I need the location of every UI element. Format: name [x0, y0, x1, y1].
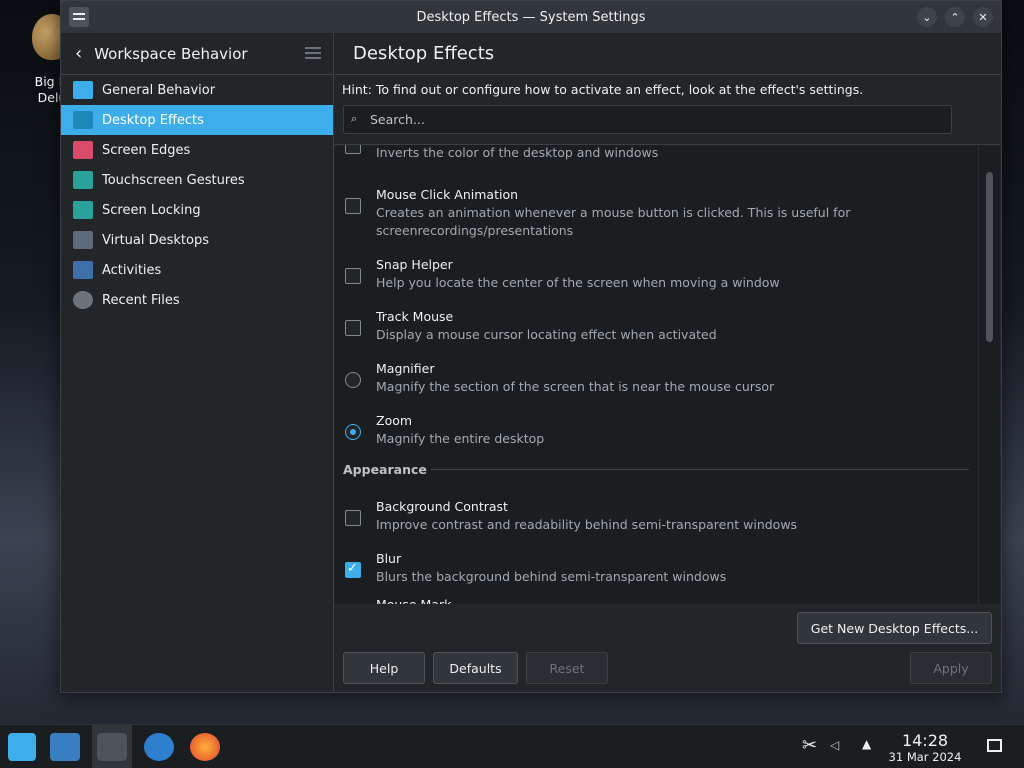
hamburger-menu-icon[interactable]: [305, 47, 321, 59]
effect-description: Blurs the background behind semi-transpa…: [376, 569, 727, 584]
sidebar-item-label: Virtual Desktops: [102, 232, 209, 248]
sidebar-item-screen-edges[interactable]: Screen Edges: [61, 135, 333, 165]
sidebar-item-virtual-desktops[interactable]: Virtual Desktops: [61, 225, 333, 255]
effect-checkbox[interactable]: [345, 198, 361, 214]
system-settings-window: Desktop Effects — System Settings ⌄ ⌃ ✕ …: [60, 0, 1002, 693]
sidebar-item-activities[interactable]: Activities: [61, 255, 333, 285]
effect-row[interactable]: Track Mouse Display a mouse cursor locati…: [335, 309, 975, 359]
effect-checkbox[interactable]: [345, 145, 361, 154]
effect-name: Track Mouse: [376, 309, 454, 324]
sidebar-item-touchscreen-gestures[interactable]: Touchscreen Gestures: [61, 165, 333, 195]
maximize-button[interactable]: ⌃: [945, 7, 965, 27]
effect-description: Magnify the entire desktop: [376, 431, 545, 446]
help-button[interactable]: Help: [343, 652, 425, 684]
close-button[interactable]: ✕: [973, 7, 993, 27]
effect-checkbox[interactable]: [345, 561, 361, 578]
effect-description: Inverts the color of the desktop and win…: [376, 145, 659, 160]
main-content: Desktop Effects Hint: To find out or con…: [335, 33, 1001, 692]
clock-date[interactable]: 31 Mar 2024: [880, 750, 970, 764]
activities-icon: [73, 261, 93, 279]
sidebar-item-label: Recent Files: [102, 292, 180, 308]
effect-row[interactable]: Zoom Magnify the entire desktop: [335, 413, 975, 463]
sidebar-item-screen-locking[interactable]: Screen Locking: [61, 195, 333, 225]
window-title: Desktop Effects — System Settings: [416, 9, 646, 25]
title-bar[interactable]: Desktop Effects — System Settings ⌄ ⌃ ✕: [61, 1, 1001, 33]
page-title: Desktop Effects: [335, 33, 1001, 75]
search-icon: ⌕: [351, 112, 358, 125]
effect-radio[interactable]: [345, 424, 361, 440]
search-input[interactable]: [343, 105, 952, 134]
file-manager-icon[interactable]: [50, 733, 80, 761]
screen-lock-icon: [73, 201, 93, 219]
tray-expand-icon[interactable]: ▲: [862, 737, 871, 751]
effect-row[interactable]: Background Contrast Improve contrast and …: [335, 499, 975, 549]
effect-description: Creates an animation whenever a mouse bu…: [376, 205, 851, 238]
effect-name: Mouse Mark: [376, 597, 451, 604]
defaults-button[interactable]: Defaults: [433, 652, 518, 684]
section-header-appearance: Appearance: [343, 462, 427, 477]
sidebar-title: Workspace Behavior: [94, 44, 248, 63]
effect-name: Snap Helper: [376, 257, 453, 272]
effect-description: Magnify the section of the screen that i…: [376, 379, 775, 394]
reset-button[interactable]: Reset: [526, 652, 608, 684]
effect-description: Help you locate the center of the screen…: [376, 275, 780, 290]
virtual-desktops-icon: [73, 231, 93, 249]
effect-row[interactable]: Mouse Click Animation Creates an animatio…: [335, 187, 975, 238]
volume-icon[interactable]: ◁: [830, 738, 839, 752]
sidebar-item-label: Touchscreen Gestures: [102, 172, 245, 188]
show-desktop-icon[interactable]: [987, 739, 1002, 752]
effect-name: Background Contrast: [376, 499, 508, 514]
effect-row[interactable]: Mouse Mark: [335, 597, 975, 604]
scrollbar-thumb[interactable]: [986, 172, 993, 342]
effect-description: Improve contrast and readability behind …: [376, 517, 798, 532]
sidebar-nav: General Behavior Desktop Effects Screen Ed…: [61, 75, 333, 315]
effect-row[interactable]: Snap Helper Help you locate the center of…: [335, 257, 975, 307]
system-settings-task-icon[interactable]: [97, 733, 127, 761]
desktop-effects-icon: [73, 111, 93, 129]
effect-name: Mouse Click Animation: [376, 187, 519, 202]
sidebar-header: ‹ Workspace Behavior: [61, 33, 333, 75]
effect-name: Zoom: [376, 413, 413, 428]
effect-name: Blur: [376, 551, 402, 566]
effects-list: Inverts the color of the desktop and win…: [335, 144, 1000, 604]
clock-time[interactable]: 14:28: [880, 731, 970, 750]
effect-checkbox[interactable]: [345, 268, 361, 284]
firefox-icon[interactable]: [190, 733, 220, 761]
sidebar-item-label: General Behavior: [102, 82, 216, 98]
sidebar-item-label: Activities: [102, 262, 162, 278]
effect-name: Magnifier: [376, 361, 435, 376]
screen-edges-icon: [73, 141, 93, 159]
sidebar-item-label: Screen Edges: [102, 142, 191, 158]
apply-button[interactable]: Apply: [910, 652, 992, 684]
sidebar: ‹ Workspace Behavior General Behavior Des…: [61, 33, 334, 692]
system-settings-app-icon[interactable]: [69, 7, 89, 27]
sidebar-item-general-behavior[interactable]: General Behavior: [61, 75, 333, 105]
effect-checkbox[interactable]: [345, 510, 361, 526]
get-new-effects-button[interactable]: Get New Desktop Effects...: [797, 612, 992, 644]
scissors-icon[interactable]: ✂: [802, 735, 817, 756]
back-arrow-icon[interactable]: ‹: [75, 43, 82, 64]
hint-text: Hint: To find out or configure how to ac…: [342, 82, 864, 97]
effect-description: Display a mouse cursor locating effect w…: [376, 327, 717, 342]
effect-row[interactable]: Blur Blurs the background behind semi-tra…: [335, 551, 975, 601]
effect-row[interactable]: Magnifier Magnify the section of the scre…: [335, 361, 975, 411]
sidebar-item-label: Desktop Effects: [102, 112, 204, 128]
minimize-button[interactable]: ⌄: [917, 7, 937, 27]
sidebar-item-recent-files[interactable]: Recent Files: [61, 285, 333, 315]
general-behavior-icon: [73, 81, 93, 99]
effect-checkbox[interactable]: [345, 320, 361, 336]
sidebar-item-desktop-effects[interactable]: Desktop Effects: [61, 105, 333, 135]
scrollbar[interactable]: [978, 145, 1000, 604]
clock-icon: [73, 291, 93, 309]
section-divider: [431, 469, 969, 470]
application-launcher-icon[interactable]: [8, 733, 36, 761]
touchscreen-icon: [73, 171, 93, 189]
sidebar-item-label: Screen Locking: [102, 202, 201, 218]
effect-radio[interactable]: [345, 372, 361, 388]
taskbar: ✂ ◁ ▲ 14:28 31 Mar 2024: [0, 724, 1024, 768]
internet-explorer-icon[interactable]: [144, 733, 174, 761]
